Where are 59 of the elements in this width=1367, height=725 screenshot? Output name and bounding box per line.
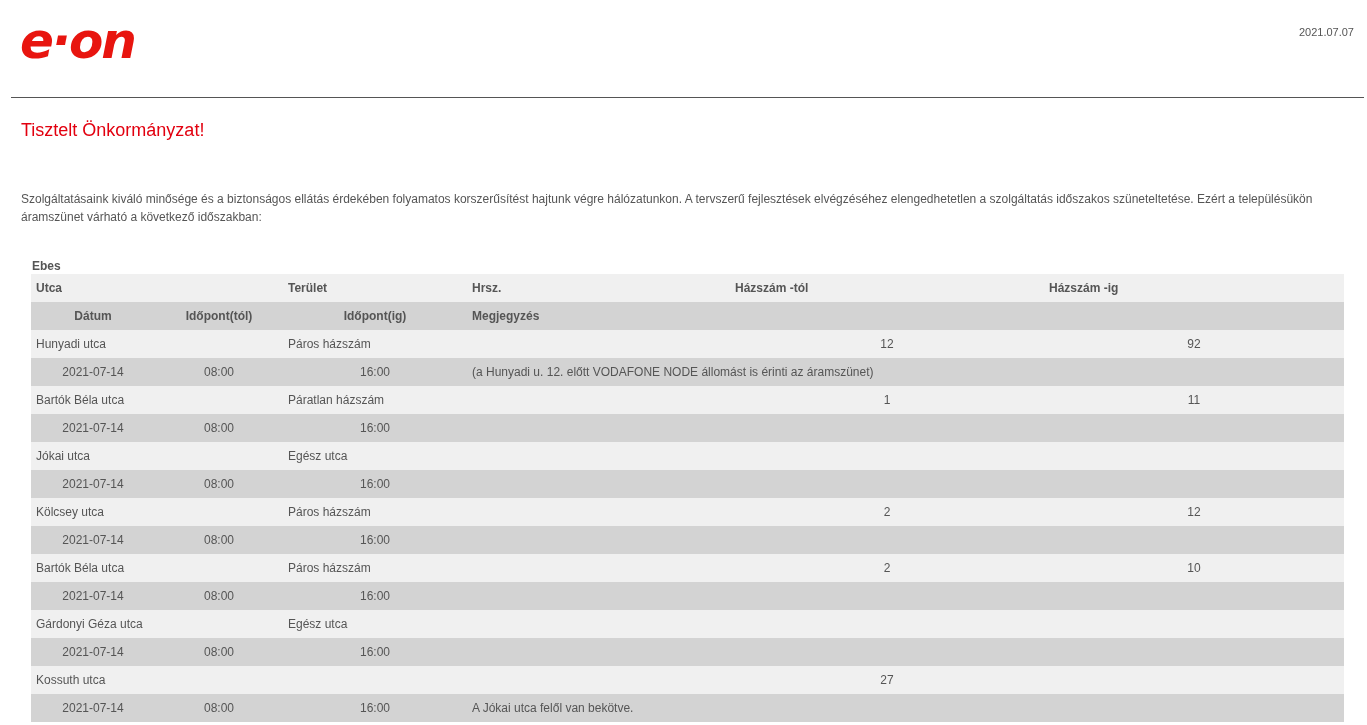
table-cell-text: 2021-07-14 xyxy=(61,645,125,659)
table-cell-text: 11 xyxy=(1186,393,1202,407)
table-cell-text: 2021-07-14 xyxy=(61,477,125,491)
table-cell-text: Páros házszám xyxy=(287,505,372,519)
table-cell-text: 10 xyxy=(1186,561,1202,575)
table-cell-text: 2 xyxy=(882,505,892,519)
column-header: Dátum xyxy=(73,309,113,323)
table-cell-text: Egész utca xyxy=(287,449,349,463)
table-cell-text: Bartók Béla utca xyxy=(35,393,126,407)
table-cell-text: Páratlan házszám xyxy=(287,393,386,407)
column-header: Hrsz. xyxy=(471,281,503,295)
table-cell-text: 16:00 xyxy=(359,533,391,547)
table-cell-text: 08:00 xyxy=(203,701,235,715)
table-cell-text: 2021-07-14 xyxy=(61,365,125,379)
table-cell-text: 2 xyxy=(882,561,892,575)
table-cell-text: 2021-07-14 xyxy=(61,533,125,547)
column-header: Megjegyzés xyxy=(471,309,541,323)
column-header: Utca xyxy=(35,281,63,295)
table-cell-text: 2021-07-14 xyxy=(61,701,125,715)
table-cell-text: Bartók Béla utca xyxy=(35,561,126,575)
greeting-heading: Tisztelt Önkormányzat! xyxy=(21,120,206,141)
table-cell-text: 27 xyxy=(879,673,895,687)
table-cell-text: 08:00 xyxy=(203,421,235,435)
intro-paragraph: Szolgáltatásaink kiváló minősége és a biztonságos ellátás érdekében folyamatos korszerűsítést hajtunk végre hálózatunkon. A tervszerű fejlesztések elvégzéséhez elengedhetetlen a szolgáltatás időszakos szüneteltetése. Ezért a településükön áramszünet várható a következő időszakban: xyxy=(21,191,1314,226)
date-text: 2021.07.07 xyxy=(1298,26,1354,38)
table-cell-text: 2021-07-14 xyxy=(61,421,125,435)
table-cell-text: 08:00 xyxy=(203,589,235,603)
table-cell-text: Páros házszám xyxy=(287,561,372,575)
column-header: Időpont(ig) xyxy=(342,309,408,323)
table-cell-text: 1 xyxy=(882,393,892,407)
table-cell-text: 12 xyxy=(879,337,895,351)
table-cell-text: 16:00 xyxy=(359,701,391,715)
table-cell-text: Kossuth utca xyxy=(35,673,107,687)
table-cell-text: (a Hunyadi u. 12. előtt VODAFONE NODE állomást is érinti az áramszünet) xyxy=(471,365,875,379)
table-cell-text: Hunyadi utca xyxy=(35,337,108,351)
table-cell-text: 92 xyxy=(1186,337,1202,351)
logo: e·on xyxy=(20,16,135,66)
table-cell-text: Egész utca xyxy=(287,617,349,631)
table-cell-text: Kölcsey utca xyxy=(35,505,106,519)
table-cell-text: Jókai utca xyxy=(35,449,92,463)
column-header: Időpont(tól) xyxy=(184,309,254,323)
table-cell-text: 16:00 xyxy=(359,589,391,603)
table-cell-text: 12 xyxy=(1186,505,1202,519)
column-header: Házszám -tól xyxy=(734,281,810,295)
table-cell-text: 08:00 xyxy=(203,365,235,379)
table-cell-text: Gárdonyi Géza utca xyxy=(35,617,144,631)
table-cell-text: 08:00 xyxy=(203,533,235,547)
table-cell-text: Páros házszám xyxy=(287,337,372,351)
table-cell-text: 16:00 xyxy=(359,365,391,379)
table-cell-text: 2021-07-14 xyxy=(61,589,125,603)
table-cell-text: 16:00 xyxy=(359,477,391,491)
settlement-heading: Ebes xyxy=(31,259,62,274)
table-cell-text: 16:00 xyxy=(359,645,391,659)
table-cell-text: A Jókai utca felől van bekötve. xyxy=(471,701,635,715)
column-header: Terület xyxy=(287,281,329,295)
table-cell-text: 08:00 xyxy=(203,477,235,491)
table-cell-text: 08:00 xyxy=(203,645,235,659)
table-cell-text: 16:00 xyxy=(359,421,391,435)
column-header: Házszám -ig xyxy=(1048,281,1120,295)
